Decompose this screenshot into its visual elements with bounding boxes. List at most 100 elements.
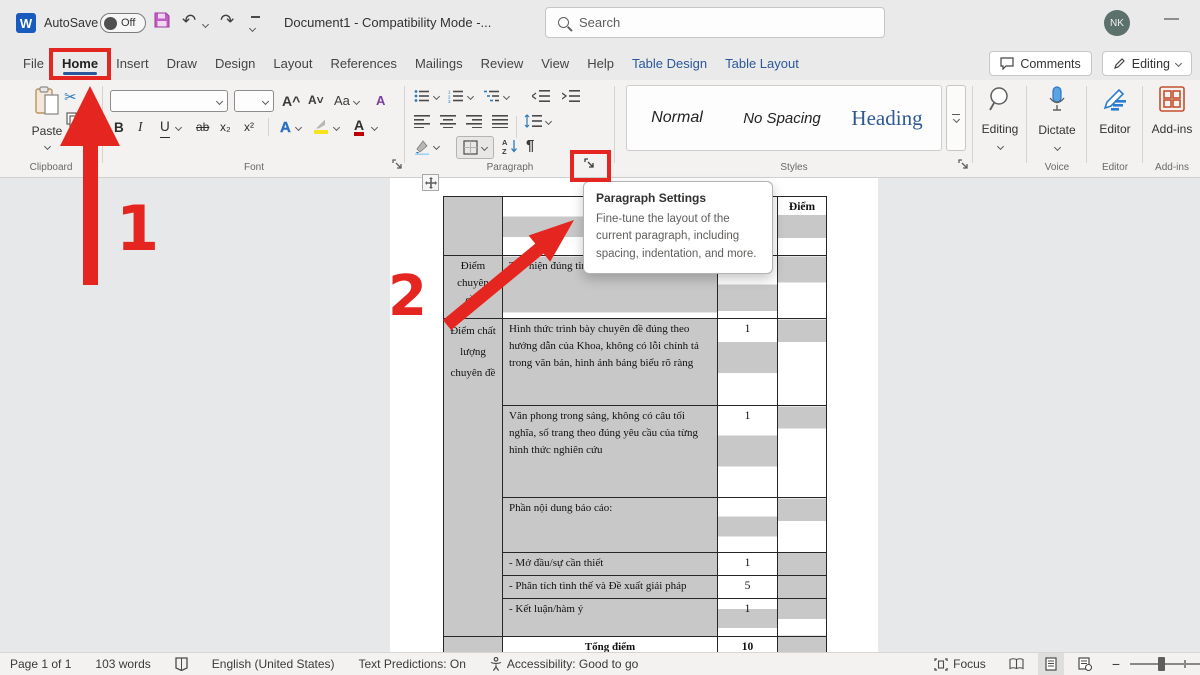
text-effects-dropdown-icon[interactable] (296, 116, 301, 138)
cut-icon[interactable]: ✂ (64, 88, 77, 106)
clear-formatting-button[interactable]: A (376, 93, 385, 108)
max-cell[interactable]: 1 (718, 598, 778, 636)
print-layout-button[interactable] (1038, 653, 1064, 675)
desc-cell[interactable]: Văn phong trong sáng, không có câu tối n… (503, 406, 718, 498)
autosave-toggle[interactable]: Off (100, 13, 146, 33)
show-hide-pilcrow-button[interactable]: ¶ (526, 137, 534, 154)
word-logo-icon[interactable]: W (16, 13, 36, 33)
line-spacing-dropdown-icon[interactable] (545, 118, 552, 125)
bullets-dropdown-icon[interactable] (433, 93, 440, 100)
grow-font-button[interactable]: A^ (282, 93, 300, 109)
font-size-combo[interactable] (234, 90, 274, 112)
tab-view[interactable]: View (532, 49, 578, 78)
group-cell[interactable]: Điểm chất lượng chuyên đề (444, 319, 503, 637)
score-cell[interactable] (778, 598, 827, 636)
underline-button[interactable]: U (160, 116, 170, 138)
increase-indent-icon[interactable] (562, 89, 580, 108)
desc-cell[interactable]: - Phân tích tình thế và Đề xuất giải phá… (503, 575, 718, 598)
borders-button[interactable] (456, 136, 494, 159)
font-color-dropdown-icon[interactable] (372, 116, 377, 138)
subscript-button[interactable]: x₂ (220, 116, 231, 138)
score-cell[interactable] (778, 553, 827, 576)
max-cell[interactable]: 1 (718, 553, 778, 576)
shading-icon[interactable] (414, 139, 431, 160)
highlight-button[interactable] (314, 116, 329, 138)
tab-design[interactable]: Design (206, 49, 264, 78)
desc-cell[interactable]: Phần nội dung báo cáo: (503, 498, 718, 553)
tab-references[interactable]: References (321, 49, 405, 78)
account-avatar[interactable]: NK (1104, 10, 1130, 36)
proofing-icon[interactable] (175, 657, 188, 671)
tab-table-layout[interactable]: Table Layout (716, 49, 808, 78)
zoom-slider[interactable] (1130, 656, 1200, 672)
highlight-dropdown-icon[interactable] (334, 116, 339, 138)
desc-cell[interactable]: - Kết luận/hàm ý (503, 598, 718, 636)
desc-cell[interactable]: Hình thức trình bày chuyên đề đúng theo … (503, 319, 718, 406)
font-name-combo[interactable] (110, 90, 228, 112)
redo-icon[interactable]: ↷ (220, 11, 234, 31)
desc-cell[interactable]: - Mở đầu/sự cần thiết (503, 553, 718, 576)
comments-button[interactable]: Comments (989, 51, 1091, 76)
decrease-indent-icon[interactable] (532, 89, 550, 108)
zoom-slider-handle[interactable] (1158, 657, 1165, 671)
dictate-button[interactable]: Dictate (1028, 86, 1086, 155)
word-count[interactable]: 103 words (95, 657, 150, 671)
numbering-dropdown-icon[interactable] (467, 93, 474, 100)
text-predictions[interactable]: Text Predictions: On (359, 657, 466, 671)
align-left-icon[interactable] (414, 114, 430, 133)
page-indicator[interactable]: Page 1 of 1 (10, 657, 71, 671)
zoom-out-button[interactable]: − (1112, 656, 1120, 672)
justify-icon[interactable] (492, 114, 508, 133)
align-center-icon[interactable] (440, 114, 456, 133)
styles-gallery[interactable]: Normal No Spacing Heading (626, 85, 942, 151)
style-normal[interactable]: Normal (627, 109, 727, 127)
save-icon[interactable] (153, 11, 171, 34)
customize-qat-icon[interactable] (250, 16, 260, 38)
search-input[interactable]: Search (545, 7, 885, 38)
line-spacing-icon[interactable] (524, 114, 542, 133)
web-layout-button[interactable] (1072, 653, 1098, 675)
minimize-button[interactable]: — (1164, 10, 1179, 27)
score-cell[interactable] (778, 575, 827, 598)
tab-layout[interactable]: Layout (264, 49, 321, 78)
undo-icon[interactable]: ↶ (182, 11, 196, 31)
focus-button[interactable]: Focus (934, 657, 986, 671)
editor-button[interactable]: Editor (1088, 86, 1142, 136)
read-mode-button[interactable] (1004, 653, 1030, 675)
tab-table-design[interactable]: Table Design (623, 49, 716, 78)
multilevel-dropdown-icon[interactable] (503, 93, 510, 100)
align-right-icon[interactable] (466, 114, 482, 133)
superscript-button[interactable]: x² (244, 116, 254, 138)
italic-button[interactable]: I (138, 116, 143, 138)
tab-mailings[interactable]: Mailings (406, 49, 472, 78)
max-cell[interactable]: 5 (718, 575, 778, 598)
table-move-handle[interactable] (422, 174, 439, 191)
shading-dropdown-icon[interactable] (433, 143, 440, 150)
tab-insert[interactable]: Insert (107, 49, 158, 78)
undo-dropdown-icon[interactable] (202, 21, 209, 28)
score-cell[interactable] (778, 319, 827, 406)
language-indicator[interactable]: English (United States) (212, 657, 335, 671)
multilevel-list-icon[interactable] (484, 89, 500, 108)
change-case-button[interactable]: Aa (334, 93, 359, 108)
max-cell[interactable]: 1 (718, 406, 778, 498)
group-cell[interactable]: Điểm chuyên cần (444, 256, 503, 319)
style-heading[interactable]: Heading (837, 106, 937, 131)
score-cell[interactable] (778, 256, 827, 319)
editing-button[interactable]: Editing (974, 86, 1026, 154)
styles-more-button[interactable] (946, 85, 966, 151)
text-effects-button[interactable]: A (280, 116, 291, 138)
header-group-cell[interactable] (444, 197, 503, 256)
sort-icon[interactable]: AZ (502, 138, 518, 160)
header-score-cell[interactable]: Điểm (778, 197, 827, 256)
strikethrough-button[interactable]: ab (196, 116, 209, 138)
max-cell[interactable]: 1 (718, 319, 778, 406)
tab-help[interactable]: Help (578, 49, 623, 78)
tab-file[interactable]: File (14, 49, 53, 78)
bullets-icon[interactable] (414, 89, 430, 108)
styles-dialog-launcher[interactable] (958, 159, 971, 172)
bold-button[interactable]: B (114, 116, 124, 138)
shrink-font-button[interactable]: A˅ (308, 93, 324, 107)
copy-icon[interactable] (66, 112, 80, 130)
font-color-button[interactable]: A (354, 116, 364, 138)
